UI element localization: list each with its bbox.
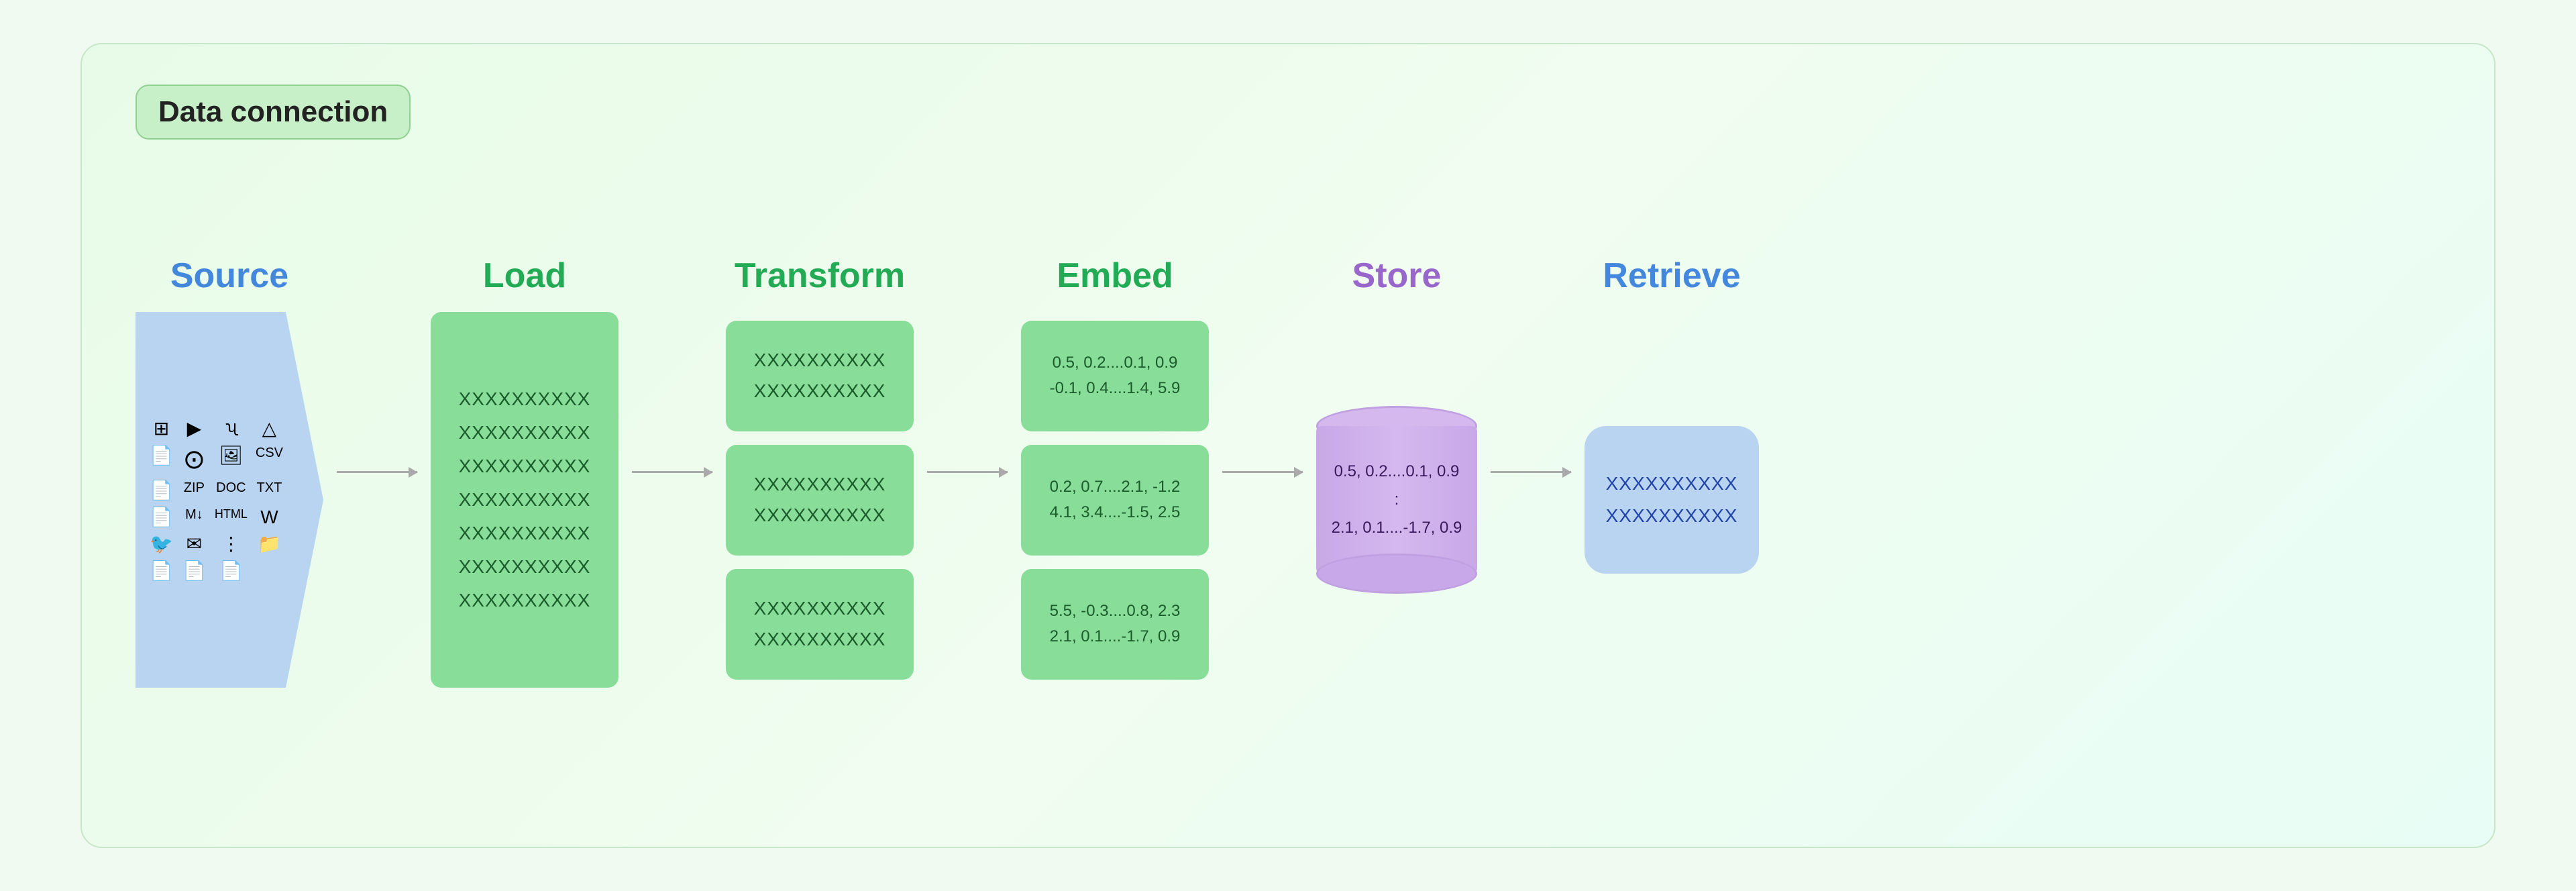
- embed-box-3: 5.5, -0.3....0.8, 2.3 2.1, 0.1....-1.7, …: [1021, 569, 1209, 680]
- load-line-5: XXXXXXXXXX: [459, 523, 591, 544]
- store-text-3: 2.1, 0.1....-1.7, 0.9: [1332, 519, 1462, 537]
- diagram-container: Data connection Source ⊞ ▶ ʯ △ 📄 ⊙ 🖼 CSV: [80, 43, 2496, 848]
- e1-line2: -0.1, 0.4....1.4, 5.9: [1050, 379, 1181, 398]
- transform-stage: Transform XXXXXXXXXX XXXXXXXXXX XXXXXXXX…: [726, 256, 914, 688]
- transform-label: Transform: [735, 256, 905, 296]
- icon-notion: △: [256, 419, 283, 438]
- transform-content: XXXXXXXXXX XXXXXXXXXX XXXXXXXXXX XXXXXXX…: [726, 312, 914, 688]
- source-shape: ⊞ ▶ ʯ △ 📄 ⊙ 🖼 CSV 📄 ZIP DOC TXT 📄 M↓: [136, 312, 323, 688]
- load-line-1: XXXXXXXXXX: [459, 388, 591, 410]
- retrieve-line-1: XXXXXXXXXX: [1606, 473, 1738, 494]
- e3-line2: 2.1, 0.1....-1.7, 0.9: [1050, 627, 1181, 646]
- arrow-line-4: [1222, 471, 1303, 473]
- load-line-2: XXXXXXXXXX: [459, 422, 591, 443]
- icon-doc2: 📄: [149, 481, 174, 500]
- icon-menu: ⋮: [215, 535, 248, 554]
- arrow-line-1: [337, 471, 417, 473]
- retrieve-label: Retrieve: [1603, 256, 1740, 296]
- arrow-load-transform: [619, 471, 726, 473]
- t2-line2: XXXXXXXXXX: [754, 505, 886, 526]
- transform-col: XXXXXXXXXX XXXXXXXXXX XXXXXXXXXX XXXXXXX…: [726, 321, 914, 680]
- t1-line2: XXXXXXXXXX: [754, 380, 886, 402]
- arrow-line-2: [632, 471, 712, 473]
- icon-doc3: DOC: [215, 481, 248, 500]
- flow-row: Source ⊞ ▶ ʯ △ 📄 ⊙ 🖼 CSV 📄 ZIP DOC: [136, 187, 2440, 757]
- icon-doc1: 📄: [149, 446, 174, 473]
- icon-wiki: W: [256, 508, 283, 527]
- load-label: Load: [483, 256, 566, 296]
- icon-grid: ⊞ ▶ ʯ △ 📄 ⊙ 🖼 CSV 📄 ZIP DOC TXT 📄 M↓: [149, 419, 297, 580]
- load-line-6: XXXXXXXXXX: [459, 556, 591, 578]
- icon-doc7: 📄: [215, 562, 248, 580]
- icon-csv: CSV: [256, 446, 283, 473]
- icon-doc4: 📄: [149, 508, 174, 527]
- e2-line1: 0.2, 0.7....2.1, -1.2: [1050, 478, 1181, 496]
- icon-github: ⊙: [182, 446, 207, 473]
- store-cylinder: 0.5, 0.2....0.1, 0.9 : 2.1, 0.1....-1.7,…: [1316, 406, 1477, 594]
- embed-label: Embed: [1057, 256, 1173, 296]
- load-box: XXXXXXXXXX XXXXXXXXXX XXXXXXXXXX XXXXXXX…: [431, 312, 619, 688]
- icon-image: 🖼: [215, 446, 248, 473]
- icon-discord: ʯ: [215, 419, 248, 438]
- e3-line1: 5.5, -0.3....0.8, 2.3: [1050, 602, 1181, 621]
- arrow-source-load: [323, 471, 431, 473]
- source-content: ⊞ ▶ ʯ △ 📄 ⊙ 🖼 CSV 📄 ZIP DOC TXT 📄 M↓: [136, 312, 323, 688]
- t1-line1: XXXXXXXXXX: [754, 350, 886, 371]
- icon-markdown: M↓: [182, 508, 207, 527]
- arrow-store-retrieve: [1477, 471, 1585, 473]
- embed-box-1: 0.5, 0.2....0.1, 0.9 -0.1, 0.4....1.4, 5…: [1021, 321, 1209, 431]
- source-label: Source: [170, 256, 288, 296]
- transform-box-2: XXXXXXXXXX XXXXXXXXXX: [726, 445, 914, 556]
- transform-box-1: XXXXXXXXXX XXXXXXXXXX: [726, 321, 914, 431]
- source-stage: Source ⊞ ▶ ʯ △ 📄 ⊙ 🖼 CSV 📄 ZIP DOC: [136, 256, 323, 688]
- icon-folder: 📁: [256, 535, 283, 554]
- embed-content: 0.5, 0.2....0.1, 0.9 -0.1, 0.4....1.4, 5…: [1021, 312, 1209, 688]
- store-text-1: 0.5, 0.2....0.1, 0.9: [1334, 462, 1460, 481]
- load-line-7: XXXXXXXXXX: [459, 590, 591, 611]
- embed-stage: Embed 0.5, 0.2....0.1, 0.9 -0.1, 0.4....…: [1021, 256, 1209, 688]
- icon-html: HTML: [215, 508, 248, 527]
- icon-zip: ZIP: [182, 481, 207, 500]
- icon-email: ✉: [182, 535, 207, 554]
- retrieve-box: XXXXXXXXXX XXXXXXXXXX: [1585, 426, 1759, 574]
- icon-youtube: ▶: [182, 419, 207, 438]
- transform-box-3: XXXXXXXXXX XXXXXXXXXX: [726, 569, 914, 680]
- retrieve-line-2: XXXXXXXXXX: [1606, 505, 1738, 527]
- icon-apps: ⊞: [149, 419, 174, 438]
- arrow-transform-embed: [914, 471, 1021, 473]
- icon-doc5: 📄: [149, 562, 174, 580]
- embed-col: 0.5, 0.2....0.1, 0.9 -0.1, 0.4....1.4, 5…: [1021, 321, 1209, 680]
- e1-line1: 0.5, 0.2....0.1, 0.9: [1053, 354, 1178, 372]
- load-line-4: XXXXXXXXXX: [459, 489, 591, 511]
- store-text-2: :: [1395, 490, 1399, 509]
- retrieve-stage: Retrieve XXXXXXXXXX XXXXXXXXXX: [1585, 256, 1759, 688]
- arrow-embed-store: [1209, 471, 1316, 473]
- arrow-line-5: [1491, 471, 1571, 473]
- load-content: XXXXXXXXXX XXXXXXXXXX XXXXXXXXXX XXXXXXX…: [431, 312, 619, 688]
- load-stage: Load XXXXXXXXXX XXXXXXXXXX XXXXXXXXXX XX…: [431, 256, 619, 688]
- store-stage: Store 0.5, 0.2....0.1, 0.9 : 2.1, 0.1...…: [1316, 256, 1477, 688]
- load-line-3: XXXXXXXXXX: [459, 456, 591, 477]
- icon-txt: TXT: [256, 481, 283, 500]
- store-content: 0.5, 0.2....0.1, 0.9 : 2.1, 0.1....-1.7,…: [1316, 312, 1477, 688]
- e2-line2: 4.1, 3.4....-1.5, 2.5: [1050, 503, 1181, 522]
- t3-line1: XXXXXXXXXX: [754, 598, 886, 619]
- embed-box-2: 0.2, 0.7....2.1, -1.2 4.1, 3.4....-1.5, …: [1021, 445, 1209, 556]
- icon-doc6: 📄: [182, 562, 207, 580]
- title-badge: Data connection: [136, 85, 411, 140]
- t2-line1: XXXXXXXXXX: [754, 474, 886, 495]
- icon-twitter: 🐦: [149, 535, 174, 554]
- cylinder-body: 0.5, 0.2....0.1, 0.9 : 2.1, 0.1....-1.7,…: [1316, 426, 1477, 574]
- retrieve-content: XXXXXXXXXX XXXXXXXXXX: [1585, 312, 1759, 688]
- store-label: Store: [1352, 256, 1442, 296]
- arrow-line-3: [927, 471, 1008, 473]
- t3-line2: XXXXXXXXXX: [754, 629, 886, 650]
- cylinder-bottom: [1316, 554, 1477, 594]
